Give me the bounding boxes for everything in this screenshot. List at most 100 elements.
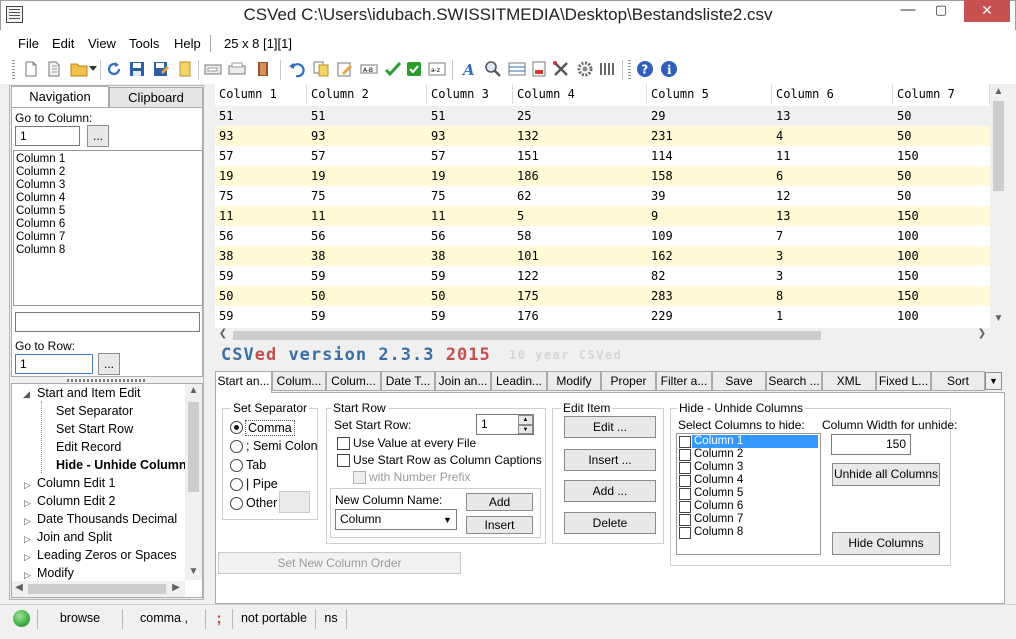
spin-up-icon[interactable]: ▲ — [518, 415, 533, 425]
table-cell[interactable]: 19 — [307, 166, 427, 186]
menu-view[interactable]: View — [88, 36, 116, 51]
toolbar-grip[interactable] — [12, 60, 15, 80]
table-row[interactable]: 56 56 56 58 109 7 100 — [215, 226, 990, 246]
tree-item-set-separator[interactable]: Set Separator — [56, 404, 133, 418]
other-separator-input[interactable] — [279, 491, 310, 513]
tree-item-edit-record[interactable]: Edit Record — [56, 440, 121, 454]
hide-column-checkbox[interactable] — [679, 462, 691, 474]
tools-icon[interactable] — [552, 60, 570, 78]
use-captions-checkbox[interactable] — [337, 454, 350, 467]
table-cell[interactable]: 3 — [772, 266, 893, 286]
menu-edit[interactable]: Edit — [52, 36, 74, 51]
grid-vscroll-thumb[interactable] — [993, 101, 1004, 191]
tab-clipboard[interactable]: Clipboard — [109, 87, 203, 108]
hide-column-item[interactable]: Column 7 — [692, 513, 745, 526]
table-cell[interactable]: 11 — [772, 146, 893, 166]
column-header[interactable]: Column 3 — [427, 84, 513, 104]
tree-item-hide-unhide-columns[interactable]: Hide - Unhide Columns — [56, 458, 194, 472]
bottom-tab[interactable]: Search ... — [766, 371, 822, 391]
label-semicolon[interactable]: ; Semi Colon — [246, 439, 318, 453]
open-file-icon[interactable] — [46, 60, 64, 78]
bottom-tab[interactable]: Colum... — [272, 371, 326, 391]
column-list[interactable]: Column 1 Column 2 Column 3 Column 4 Colu… — [13, 150, 203, 306]
list-item[interactable]: Column 3 — [16, 179, 65, 192]
table-cell[interactable]: 19 — [427, 166, 513, 186]
table-cell[interactable]: 122 — [513, 266, 647, 286]
table-cell[interactable]: 93 — [215, 126, 307, 146]
hide-column-item[interactable]: Column 2 — [692, 448, 745, 461]
table-cell[interactable]: 93 — [307, 126, 427, 146]
table-cell[interactable]: 11 — [427, 206, 513, 226]
table-cell[interactable]: 9 — [647, 206, 772, 226]
table-cell[interactable]: 1 — [772, 306, 893, 326]
table-cell[interactable]: 13 — [772, 106, 893, 126]
settings-icon[interactable] — [576, 60, 594, 78]
tree-item-join-and-split[interactable]: Join and Split — [37, 530, 112, 544]
table-row[interactable]: 57 57 57 151 114 11 150 — [215, 146, 990, 166]
tree-item-start-and-item-edit[interactable]: Start and Item Edit — [37, 386, 141, 400]
tree-item-modify[interactable]: Modify — [37, 566, 74, 580]
bottom-tab[interactable]: Sort — [931, 371, 985, 391]
font-icon[interactable]: A — [460, 60, 478, 78]
column-width-input[interactable]: 150 — [831, 434, 911, 455]
delete-record-button[interactable]: Delete — [564, 512, 656, 534]
insert-column-button[interactable]: Insert — [466, 516, 533, 534]
table-cell[interactable]: 158 — [647, 166, 772, 186]
tree-expand-icon[interactable]: ▷ — [24, 480, 31, 491]
table-cell[interactable]: 11 — [307, 206, 427, 226]
list-item[interactable]: Column 2 — [16, 166, 65, 179]
bottom-tab[interactable]: Filter a... — [656, 371, 712, 391]
dropdown-arrow-icon[interactable] — [89, 66, 97, 72]
bottom-tab[interactable]: Proper — [601, 371, 656, 391]
table-cell[interactable]: 50 — [893, 166, 990, 186]
hide-column-item[interactable]: Column 1 — [692, 435, 818, 448]
bottom-tab[interactable]: Modify — [547, 371, 601, 391]
table-cell[interactable]: 38 — [215, 246, 307, 266]
table-cell[interactable]: 162 — [647, 246, 772, 266]
table-cell[interactable]: 7 — [772, 226, 893, 246]
column-header[interactable]: Column 4 — [513, 84, 647, 104]
table-cell[interactable]: 150 — [893, 146, 990, 166]
rename-icon[interactable]: A-B — [360, 60, 378, 78]
table-row[interactable]: 93 93 93 132 231 4 50 — [215, 126, 990, 146]
table-cell[interactable]: 58 — [513, 226, 647, 246]
spin-down-icon[interactable]: ▼ — [518, 425, 533, 434]
close-button[interactable]: ✕ — [964, 0, 1010, 22]
scroll-left-icon[interactable]: ◀ — [13, 582, 25, 593]
goto-row-input[interactable]: 1 — [15, 354, 93, 374]
table-cell[interactable]: 57 — [215, 146, 307, 166]
list-item[interactable]: Column 5 — [16, 205, 65, 218]
unhide-all-button[interactable]: Unhide all Columns — [832, 463, 940, 486]
table-cell[interactable]: 59 — [427, 266, 513, 286]
hide-column-item[interactable]: Column 8 — [692, 526, 745, 539]
grid-icon[interactable] — [598, 60, 616, 78]
tree-expand-icon[interactable]: ▷ — [24, 552, 31, 563]
table-cell[interactable]: 150 — [893, 286, 990, 306]
menu-file[interactable]: File — [18, 36, 39, 51]
tree-expand-icon[interactable]: ▷ — [24, 516, 31, 527]
table-cell[interactable]: 12 — [772, 186, 893, 206]
scroll-right-icon[interactable]: ▶ — [170, 582, 182, 593]
save-icon[interactable] — [128, 60, 146, 78]
minimize-button[interactable]: — — [892, 0, 924, 22]
table-cell[interactable]: 6 — [772, 166, 893, 186]
table-cell[interactable]: 75 — [307, 186, 427, 206]
tree-item-column-edit-2[interactable]: Column Edit 2 — [37, 494, 116, 508]
table-cell[interactable]: 101 — [513, 246, 647, 266]
grid-hscroll-thumb[interactable] — [233, 331, 821, 340]
table-cell[interactable]: 25 — [513, 106, 647, 126]
bottom-tab[interactable]: Leadin... — [491, 371, 547, 391]
exit-icon[interactable] — [254, 60, 272, 78]
add-column-button[interactable]: Add — [466, 493, 533, 511]
tree-item-column-edit-1[interactable]: Column Edit 1 — [37, 476, 116, 490]
use-captions-label[interactable]: Use Start Row as Column Captions — [353, 453, 542, 467]
table-cell[interactable]: 114 — [647, 146, 772, 166]
tree-item-date-thousands-decimal[interactable]: Date Thousands Decimal — [37, 512, 177, 526]
help-icon[interactable]: ? — [636, 60, 654, 78]
table-cell[interactable]: 59 — [427, 306, 513, 326]
hide-column-checkbox[interactable] — [679, 514, 691, 526]
set-column-order-button[interactable]: Set New Column Order — [218, 552, 461, 574]
scroll-down-icon[interactable]: ▼ — [185, 566, 202, 577]
table-cell[interactable]: 19 — [215, 166, 307, 186]
hide-column-checkbox[interactable] — [679, 488, 691, 500]
